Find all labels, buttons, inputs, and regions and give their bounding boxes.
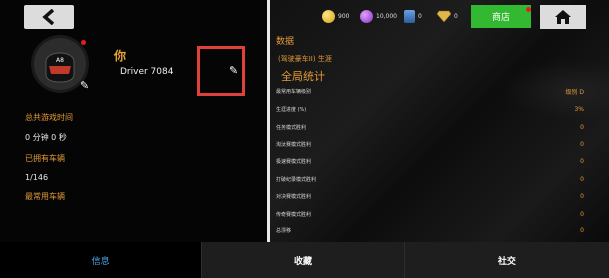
stat-label: 任务模式胜利: [276, 125, 307, 131]
stat-row: 淘汰赛模式胜利 0: [276, 140, 584, 149]
bottom-tab-bar: 信息 收藏 社交: [0, 242, 609, 278]
currency-gold[interactable]: 900: [322, 7, 349, 25]
tab-favorites[interactable]: 收藏: [201, 242, 404, 278]
owned-cars-value: 1/146: [25, 173, 49, 182]
home-icon: [555, 10, 571, 24]
stat-row: 传奇赛模式胜利 0: [276, 210, 584, 219]
avatar-notification-dot: [81, 40, 86, 45]
tab-social[interactable]: 社交: [403, 242, 609, 278]
stat-value: 0: [580, 158, 584, 165]
stat-row: 最常用车辆级别 级别 D: [276, 87, 584, 96]
currency-diamond-value: 0: [454, 12, 458, 20]
stat-value: 3%: [574, 106, 584, 113]
stat-value: 0: [580, 124, 584, 131]
stat-label: 生涯进度 (%): [276, 107, 307, 113]
back-button[interactable]: [24, 5, 74, 29]
stat-row: 生涯进度 (%) 3%: [276, 105, 584, 114]
chevron-left-icon: [42, 9, 55, 25]
stat-value: 0: [580, 176, 584, 183]
shop-button[interactable]: 商店: [471, 5, 531, 28]
data-section-title: 数据: [276, 37, 295, 47]
purple-token-icon: [360, 9, 373, 23]
blue-card-icon: [404, 9, 415, 23]
currency-blue-value: 0: [418, 12, 422, 20]
most-used-car-label: 最常用车辆: [25, 192, 65, 201]
stat-label: 最常用车辆级别: [276, 89, 312, 95]
edit-avatar-icon[interactable]: ✎: [80, 80, 89, 91]
stat-value: 级别 D: [565, 89, 584, 96]
stat-value: 0: [580, 211, 584, 218]
currency-diamond[interactable]: 0: [437, 7, 458, 25]
stat-label: 极速赛模式胜利: [276, 159, 312, 165]
tab-favorites-label: 收藏: [294, 256, 313, 267]
helmet-icon: A8: [45, 52, 75, 83]
currency-purple[interactable]: 10,000: [360, 7, 397, 25]
diamond-icon: [437, 10, 451, 22]
stat-value: 0: [580, 227, 584, 234]
stat-row: 极速赛模式胜利 0: [276, 157, 584, 166]
stats-panel: [270, 0, 609, 242]
stat-value: 0: [580, 193, 584, 200]
avatar-badge: A8: [56, 57, 64, 64]
tab-info[interactable]: 信息: [0, 242, 202, 278]
owned-cars-label: 已拥有车辆: [25, 154, 65, 163]
driver-name: Driver 7084: [120, 67, 174, 77]
edit-name-icon[interactable]: ✎: [229, 65, 238, 76]
currency-blue[interactable]: 0: [404, 7, 422, 25]
career-source-link[interactable]: (驾驶豪车II) 生涯: [278, 54, 332, 64]
stat-label: 总漂移: [276, 228, 292, 234]
stat-row: 任务模式胜利 0: [276, 123, 584, 132]
stat-label: 对决赛模式胜利: [276, 194, 312, 200]
stat-label: 打破纪录模式胜利: [276, 177, 317, 183]
total-time-label: 总共游戏时间: [25, 113, 73, 122]
shop-button-label: 商店: [491, 13, 510, 23]
stat-label: 淘汰赛模式胜利: [276, 142, 312, 148]
stat-row: 总漂移 0: [276, 226, 584, 235]
tab-info-label: 信息: [91, 256, 110, 267]
gold-coin-icon: [322, 9, 335, 23]
stat-value: 0: [580, 141, 584, 148]
player-label: 你: [114, 49, 127, 63]
global-stats-title: 全局统计: [281, 70, 325, 83]
currency-gold-value: 900: [338, 12, 350, 20]
shop-notification-dot: [526, 7, 531, 12]
stat-row: 打破纪录模式胜利 0: [276, 175, 584, 184]
tab-social-label: 社交: [497, 256, 516, 267]
stat-label: 传奇赛模式胜利: [276, 212, 312, 218]
total-time-value: 0 分钟 0 秒: [25, 133, 67, 142]
stat-row: 对决赛模式胜利 0: [276, 192, 584, 201]
avatar[interactable]: A8: [34, 38, 86, 90]
currency-purple-value: 10,000: [376, 12, 397, 20]
home-button[interactable]: [540, 5, 586, 29]
